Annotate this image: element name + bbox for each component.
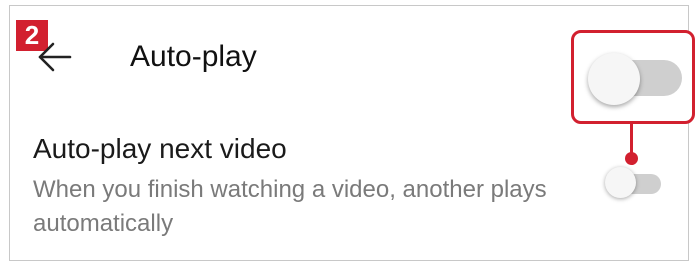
back-button[interactable] [37, 40, 73, 74]
toggle-knob [605, 167, 636, 198]
auto-play-description: When you finish watching a video, anothe… [33, 176, 547, 237]
toggle-zoom-callout [571, 30, 695, 124]
callout-connector-dot [625, 152, 638, 165]
screenshot-frame: 2 Auto-play Auto-play next video When yo… [0, 0, 699, 267]
page-title: Auto-play [130, 40, 257, 73]
auto-play-next-video-toggle[interactable] [605, 166, 663, 200]
arrow-left-icon [38, 42, 72, 72]
toggle-knob [588, 53, 640, 105]
auto-play-toggle-zoomed [588, 53, 688, 105]
auto-play-next-video-label: Auto-play next video [33, 133, 287, 164]
